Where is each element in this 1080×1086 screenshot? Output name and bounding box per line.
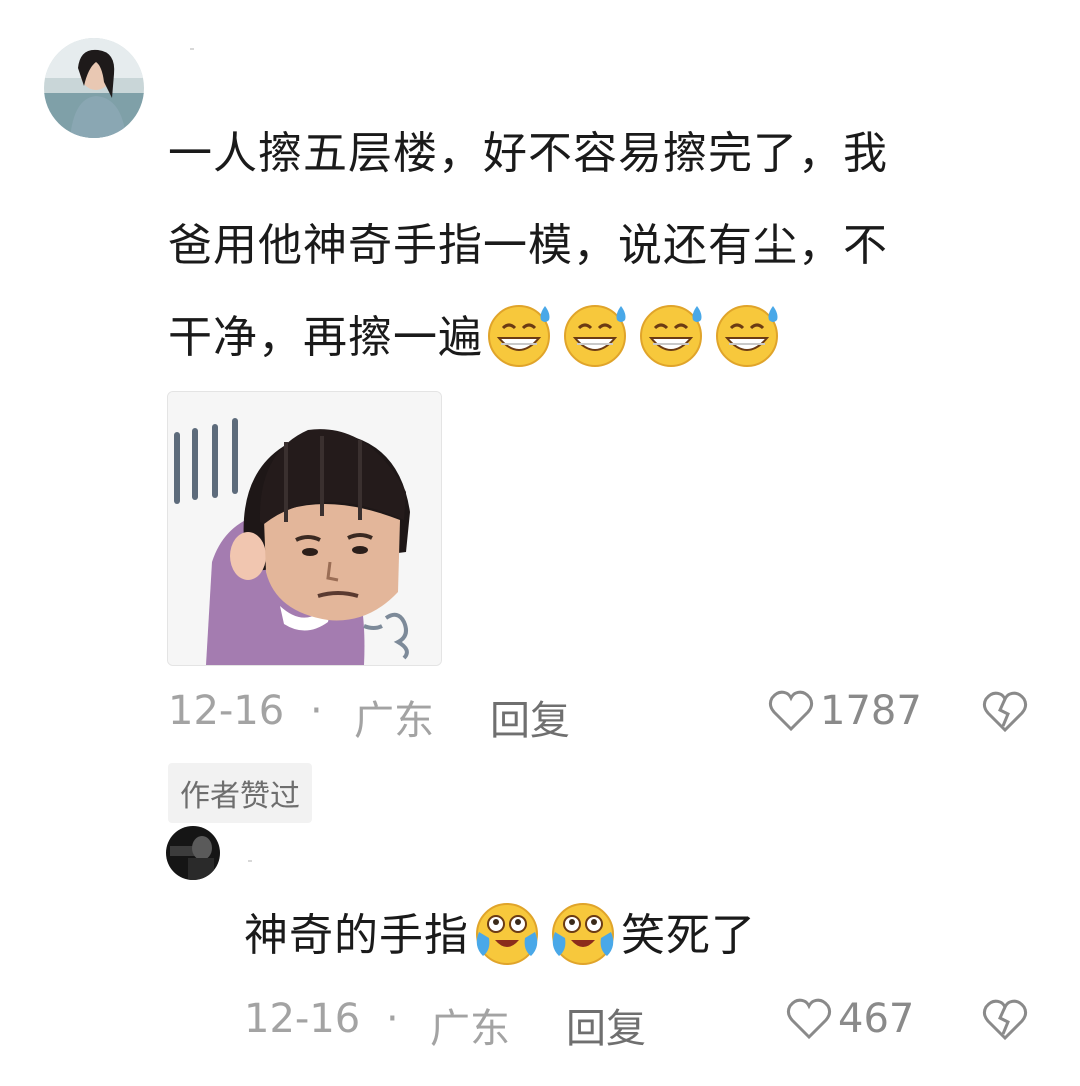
meta-separator: · (310, 688, 323, 734)
dislike-button[interactable] (982, 690, 1028, 734)
heart-icon (786, 998, 832, 1040)
broken-heart-icon (982, 691, 1028, 733)
comment-line: 干净，再擦一遍 (168, 312, 483, 363)
grin-sweat-emoji (711, 300, 787, 368)
sticker-image[interactable] (167, 391, 442, 666)
faint-mark (248, 860, 252, 862)
grin-sweat-emoji (559, 300, 635, 368)
comment-line: 一人擦五层楼，好不容易擦完了，我 (168, 128, 888, 179)
reply-text-start: 神奇的手指 (244, 910, 469, 961)
comment-date: 12-16 (168, 688, 285, 734)
comment-line-with-emojis: 干净，再擦一遍 (168, 292, 888, 384)
like-button[interactable]: 1787 (768, 688, 922, 734)
crying-laugh-emoji (545, 898, 621, 966)
grin-sweat-emoji (635, 300, 711, 368)
grin-sweat-emoji (483, 300, 559, 368)
crying-laugh-emoji (469, 898, 545, 966)
like-button[interactable]: 467 (786, 996, 914, 1042)
comment-line: 爸用他神奇手指一模，说还有尘，不 (168, 220, 888, 271)
commenter-avatar[interactable] (44, 38, 144, 138)
reply-date: 12-16 (244, 996, 361, 1042)
reply-body: 神奇的手指 笑死了 (244, 890, 756, 982)
broken-heart-icon (982, 999, 1028, 1041)
heart-icon (768, 690, 814, 732)
dislike-button[interactable] (982, 998, 1028, 1042)
reply-location: 广东 (430, 1006, 510, 1052)
replier-avatar[interactable] (166, 826, 220, 880)
author-liked-badge: 作者赞过 (168, 763, 312, 823)
comment-location: 广东 (354, 698, 434, 744)
like-count: 467 (838, 996, 915, 1042)
like-count: 1787 (820, 688, 922, 734)
shiver-line (174, 432, 180, 504)
reply-text-end: 笑死了 (621, 910, 756, 961)
comment-body: 一人擦五层楼，好不容易擦完了，我 爸用他神奇手指一模，说还有尘，不 干净，再擦一… (168, 108, 888, 384)
meta-separator: · (386, 996, 399, 1042)
reply-button[interactable]: 回复 (490, 688, 570, 746)
faint-mark (190, 48, 194, 50)
reply-button[interactable]: 回复 (566, 996, 646, 1054)
